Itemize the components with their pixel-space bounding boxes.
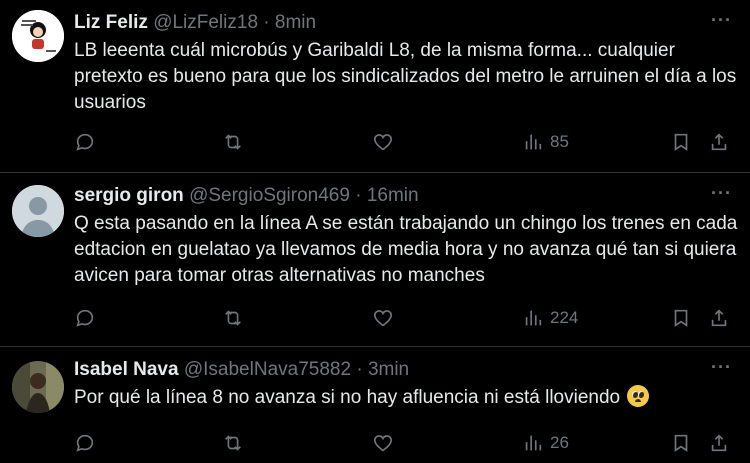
tweet-text-container: Por qué la línea 8 no avanza si no hay a… [74, 385, 738, 411]
tweet-actions: 85 [0, 130, 750, 154]
tweet-text: LB leeenta cuál microbús y Garibaldi L8,… [74, 40, 737, 113]
photo-avatar-icon [12, 361, 64, 413]
reply-button[interactable] [74, 431, 96, 455]
analytics-icon [525, 134, 542, 150]
more-options-icon[interactable]: ··· [711, 10, 732, 31]
tweet-card[interactable]: Liz Feliz @LizFeliz18 · 8min ··· LB leee… [0, 0, 750, 172]
tweet-header: Isabel Nava @IsabelNava75882 · 3min [74, 359, 409, 381]
more-options-icon[interactable]: ··· [711, 357, 732, 378]
heart-icon [373, 435, 393, 452]
reply-button[interactable] [74, 130, 96, 154]
tweet-header: Liz Feliz @LizFeliz18 · 8min [74, 12, 316, 34]
heart-icon [373, 134, 393, 151]
share-button[interactable] [708, 431, 730, 455]
like-button[interactable] [372, 130, 394, 154]
bookmark-button[interactable] [670, 306, 692, 330]
separator-dot: · [263, 12, 270, 33]
user-avatar[interactable] [12, 10, 64, 62]
reply-icon [76, 133, 94, 151]
tweet-text: Por qué la línea 8 no avanza si no hay a… [74, 387, 621, 408]
user-avatar[interactable] [12, 361, 64, 413]
display-name[interactable]: Liz Feliz [74, 12, 148, 33]
like-button[interactable] [372, 306, 394, 330]
heart-icon [373, 310, 393, 327]
share-button[interactable] [708, 130, 730, 154]
views-count: 26 [550, 433, 569, 452]
retweet-icon [225, 134, 241, 150]
retweet-button[interactable] [222, 431, 244, 455]
retweet-icon [225, 435, 241, 451]
like-button[interactable] [372, 431, 394, 455]
separator-dot: · [356, 359, 363, 380]
bookmark-icon [674, 309, 688, 327]
separator-dot: · [355, 185, 362, 206]
views-button[interactable]: 85 [522, 130, 569, 154]
timestamp[interactable]: 3min [368, 359, 409, 380]
retweet-button[interactable] [222, 130, 244, 154]
bookmark-icon [674, 133, 688, 151]
more-options-icon[interactable]: ··· [711, 183, 732, 204]
tweet-header: sergio giron @SergioSgiron469 · 16min [74, 185, 419, 207]
timestamp[interactable]: 16min [367, 185, 419, 206]
analytics-icon [525, 310, 542, 326]
tweet-actions: 26 [0, 431, 750, 455]
user-handle[interactable]: @SergioSgiron469 [189, 185, 350, 206]
share-icon [711, 434, 727, 452]
tweet-actions: 224 [0, 306, 750, 330]
reply-icon [76, 434, 94, 452]
display-name[interactable]: sergio giron [74, 185, 184, 206]
display-name[interactable]: Isabel Nava [74, 359, 179, 380]
tweet-card[interactable]: Isabel Nava @IsabelNava75882 · 3min ··· … [0, 347, 750, 463]
default-avatar-icon [12, 185, 64, 237]
user-handle[interactable]: @IsabelNava75882 [184, 359, 351, 380]
reply-icon [76, 309, 94, 327]
retweet-button[interactable] [222, 306, 244, 330]
reply-button[interactable] [74, 306, 96, 330]
user-avatar[interactable] [12, 185, 64, 237]
bookmark-icon [674, 434, 688, 452]
retweet-icon [225, 310, 241, 326]
illustrated-avatar-icon [12, 10, 64, 62]
share-icon [711, 309, 727, 327]
share-icon [711, 133, 727, 151]
tweet-text: Q esta pasando en la línea A se están tr… [74, 213, 738, 286]
views-count: 85 [550, 132, 569, 151]
analytics-icon [525, 435, 542, 451]
share-button[interactable] [708, 306, 730, 330]
tweet-card[interactable]: sergio giron @SergioSgiron469 · 16min ··… [0, 173, 750, 346]
views-count: 224 [550, 308, 579, 327]
user-handle[interactable]: @LizFeliz18 [153, 12, 258, 33]
timestamp[interactable]: 8min [275, 12, 316, 33]
bookmark-button[interactable] [670, 431, 692, 455]
bookmark-button[interactable] [670, 130, 692, 154]
views-button[interactable]: 26 [522, 431, 569, 455]
views-button[interactable]: 224 [522, 306, 578, 330]
pleading-face-emoji-icon [627, 385, 650, 407]
timeline-feed: Liz Feliz @LizFeliz18 · 8min ··· LB leee… [0, 0, 750, 463]
